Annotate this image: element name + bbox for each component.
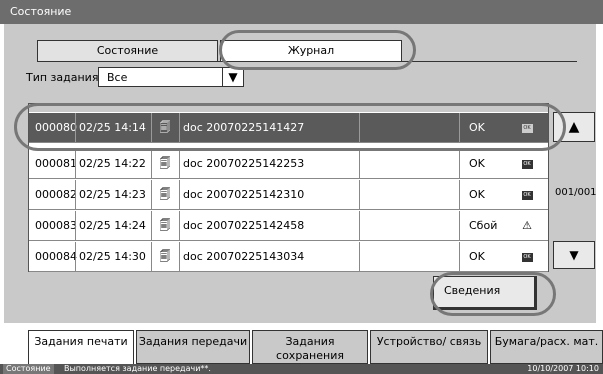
job-type-select[interactable]: Все ▼ (98, 67, 244, 87)
dropdown-arrow-icon[interactable]: ▼ (222, 68, 243, 86)
column-divider (179, 113, 180, 142)
document-name: doc 20070225143034 (183, 250, 305, 263)
ok-badge-icon: OK (521, 190, 533, 200)
column-divider (359, 180, 360, 209)
details-button[interactable]: Сведения (433, 276, 537, 310)
warning-status-icon: ⚠ (522, 219, 532, 232)
tab-device-comm[interactable]: Устройство/ связь (370, 330, 488, 364)
column-divider (179, 149, 180, 178)
tab-print-jobs[interactable]: Задания печати (28, 330, 134, 364)
column-divider (179, 211, 180, 240)
column-divider (179, 242, 180, 271)
ok-badge-icon: OK (521, 252, 533, 262)
column-divider (75, 211, 76, 240)
job-result: OK (469, 157, 485, 170)
column-divider (151, 113, 152, 142)
job-id: 000083 (35, 219, 77, 232)
column-divider (151, 149, 152, 178)
status-label: Состояние (3, 364, 54, 374)
job-result: OK (469, 121, 485, 134)
column-divider (75, 180, 76, 209)
job-id: 000081 (35, 157, 77, 170)
document-icon: 🗐 (159, 219, 171, 232)
column-divider (75, 113, 76, 142)
column-divider (459, 113, 460, 142)
job-id: 000082 (35, 188, 77, 201)
column-divider (359, 211, 360, 240)
job-datetime: 02/25 14:24 (79, 219, 146, 232)
document-name: doc 20070225142253 (183, 157, 305, 170)
tab-paper-supplies[interactable]: Бумага/расх. мат. (490, 330, 603, 364)
ok-badge-icon: OK (521, 123, 533, 133)
page-counter: 001/001 (555, 187, 597, 198)
column-divider (151, 211, 152, 240)
job-type-value: Все (107, 71, 128, 84)
tab-journal[interactable]: Журнал (220, 40, 402, 62)
column-divider (459, 149, 460, 178)
job-datetime: 02/25 14:30 (79, 250, 146, 263)
document-icon: 🗐 (159, 121, 171, 134)
column-divider (359, 149, 360, 178)
table-row[interactable]: 000080 02/25 14:14 🗐 doc 20070225141427 OK OK (29, 113, 548, 143)
document-icon: 🗐 (159, 157, 171, 170)
column-divider (459, 180, 460, 209)
scroll-down-button[interactable]: ▼ (553, 241, 595, 269)
tab-divider (37, 61, 577, 62)
document-name: doc 20070225142458 (183, 219, 305, 232)
window-title: Состояние (10, 5, 72, 18)
job-datetime: 02/25 14:23 (79, 188, 146, 201)
tab-state[interactable]: Состояние (37, 40, 218, 62)
scroll-up-button[interactable]: ▲ (553, 112, 595, 142)
job-datetime: 02/25 14:22 (79, 157, 146, 170)
list-header (29, 104, 548, 112)
job-type-label: Тип задания (26, 71, 99, 84)
status-message: Выполняется задание передачи**. (64, 364, 211, 373)
job-result: Сбой (469, 219, 498, 232)
column-divider (459, 211, 460, 240)
column-divider (359, 113, 360, 142)
ok-badge-icon: OK (521, 159, 533, 169)
ok-status-icon: OK (515, 242, 539, 271)
table-row[interactable]: 000082 02/25 14:23 🗐 doc 20070225142310 OK OK (29, 180, 548, 210)
column-divider (359, 242, 360, 271)
title-bar: Состояние (0, 0, 603, 24)
tab-send-jobs[interactable]: Задания передачи (136, 330, 250, 364)
job-datetime: 02/25 14:14 (79, 121, 146, 134)
column-divider (151, 180, 152, 209)
document-icon: 🗐 (159, 188, 171, 201)
job-id: 000080 (35, 121, 77, 134)
status-bar: Состояние Выполняется задание передачи**… (0, 364, 603, 374)
tab-store-jobs[interactable]: Задания сохранения (252, 330, 368, 364)
ok-status-icon: OK (515, 113, 539, 142)
job-result: OK (469, 188, 485, 201)
ok-status-icon: OK (515, 149, 539, 178)
column-divider (75, 242, 76, 271)
column-divider (459, 242, 460, 271)
ok-status-icon: OK (515, 180, 539, 209)
job-result: OK (469, 250, 485, 263)
column-divider (151, 242, 152, 271)
table-row[interactable]: 000083 02/25 14:24 🗐 doc 20070225142458 Сбой… (29, 211, 548, 241)
document-name: doc 20070225142310 (183, 188, 305, 201)
column-divider (179, 180, 180, 209)
document-icon: 🗐 (159, 250, 171, 263)
job-id: 000084 (35, 250, 77, 263)
column-divider (75, 149, 76, 178)
document-name: doc 20070225141427 (183, 121, 305, 134)
table-row[interactable]: 000084 02/25 14:30 🗐 doc 20070225143034 OK OK (29, 242, 548, 272)
status-datetime: 10/10/2007 10:10 (527, 364, 599, 373)
table-row[interactable]: 000081 02/25 14:22 🗐 doc 20070225142253 OK OK (29, 149, 548, 179)
